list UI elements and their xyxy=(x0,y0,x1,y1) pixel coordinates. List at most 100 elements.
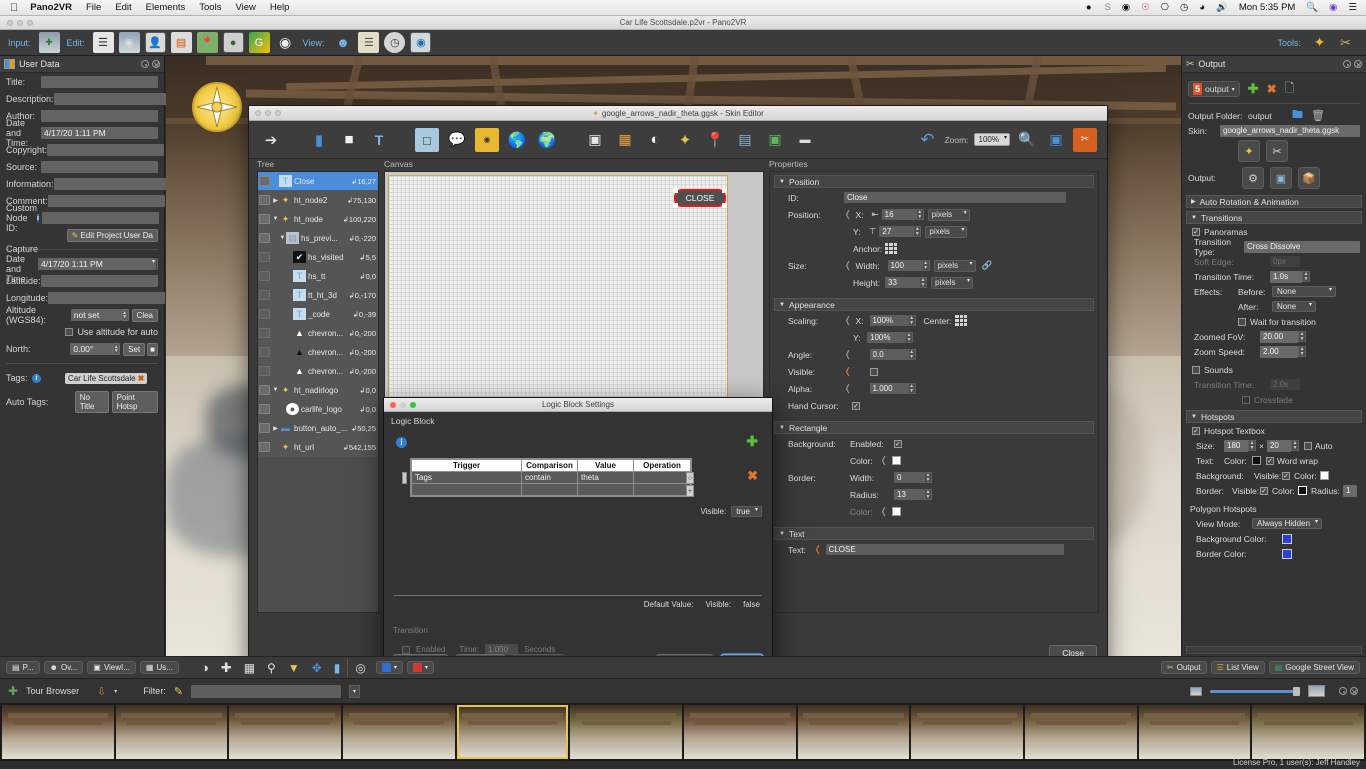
bottom-tab-viewer[interactable]: ▣ ViewI... xyxy=(87,661,136,674)
logic-minimize-button[interactable] xyxy=(400,402,406,408)
tree-item-hs-visited[interactable]: ✔ hs_visited ↲5,5 xyxy=(258,248,378,267)
clipboard-icon[interactable]: ☰ xyxy=(358,32,380,53)
tree-item-carlife-logo[interactable]: ● carlife_logo ↲0,0 xyxy=(258,400,378,419)
search-icon[interactable]: 🔍 xyxy=(1306,2,1318,13)
tree-expand-arrow[interactable]: ▶ xyxy=(272,425,279,432)
hotspot-auto-checkbox[interactable] xyxy=(1303,441,1312,450)
section-appearance-header[interactable]: ▼ Appearance xyxy=(774,298,1094,311)
rect-icon[interactable]: ▮ xyxy=(334,661,341,675)
size-logic-branch-icon[interactable]: ❬ xyxy=(844,260,852,271)
map-element-icon[interactable]: 🌍 xyxy=(535,128,559,152)
hotspot-diamond-icon[interactable]: ✦ xyxy=(673,128,697,152)
cell-operation[interactable] xyxy=(633,471,691,484)
alpha-logic-branch-icon[interactable]: ❬ xyxy=(844,383,852,394)
logic-table-row-empty[interactable] xyxy=(411,483,691,496)
cell-trigger-empty[interactable] xyxy=(411,483,522,496)
tree-item-ht-node2[interactable]: ▶ ✦ ht_node2 ↲75,130 xyxy=(258,191,378,210)
panel-close-button[interactable] xyxy=(152,60,160,68)
pencil-icon[interactable]: ✎ xyxy=(174,685,183,698)
bottom-tab-properties[interactable]: ▤ P... xyxy=(6,661,40,674)
binoculars-icon[interactable]: ☻ xyxy=(332,32,353,53)
duplicate-output-button[interactable]: 🗋 xyxy=(1285,79,1295,100)
scrollarea-icon[interactable]: ▣ xyxy=(583,128,607,152)
tree-item-hs-previ-[interactable]: ▼ ▤ hs_previ... ↲0,-220 xyxy=(258,229,378,248)
tree-item-hs-tt[interactable]: Ths_tt ↲0,0 xyxy=(258,267,378,286)
visible-logic-branch-icon[interactable]: ❬ xyxy=(844,366,852,377)
tag-chip[interactable]: Car Life Scottsdale ✖ xyxy=(65,372,148,384)
field-title-input[interactable] xyxy=(41,76,158,88)
rectangle-icon[interactable]: ■ xyxy=(337,128,361,152)
sync-icon[interactable]: S xyxy=(1103,2,1110,13)
tree-item-chevron-[interactable]: ▲ chevron... ↲0,-200 xyxy=(258,343,378,362)
grid-icon[interactable]: ▦ xyxy=(613,128,637,152)
prop-background-color-swatch[interactable] xyxy=(891,456,901,465)
tag-remove-icon[interactable]: ✖ xyxy=(138,374,145,383)
thumbnail-item[interactable] xyxy=(456,705,569,759)
prop-width-unit[interactable]: pixels xyxy=(933,259,976,272)
video-icon[interactable]: ▣ xyxy=(763,128,787,152)
grid-icon[interactable]: ▦ xyxy=(244,661,255,675)
field-custom-node-id-input[interactable] xyxy=(41,212,159,224)
canvas-close-element[interactable]: CLOSE xyxy=(673,188,727,208)
logic-maximize-button[interactable] xyxy=(410,402,416,408)
prop-visible-checkbox[interactable] xyxy=(869,367,878,376)
prop-scaling-x-input[interactable] xyxy=(869,315,908,326)
field-author-input[interactable] xyxy=(41,110,158,122)
field-latitude-input[interactable] xyxy=(41,275,158,287)
bottom-tab-google-street-view[interactable]: ▤ Google Street View xyxy=(1268,661,1360,674)
prop-y-unit[interactable]: pixels xyxy=(925,225,968,238)
menu-tools[interactable]: Tools xyxy=(199,2,221,13)
output-panel-close-button[interactable] xyxy=(1354,60,1362,68)
add-panorama-icon[interactable]: ✚ xyxy=(38,32,60,53)
field-longitude-input[interactable] xyxy=(48,292,166,304)
auto-tag-no-title[interactable]: No Title xyxy=(74,391,109,413)
user-data-icon[interactable]: 👤 xyxy=(144,32,166,53)
thumbnail-item[interactable] xyxy=(797,705,910,759)
thumbnail-item[interactable] xyxy=(570,705,683,759)
auto-tag-point-hotspot[interactable]: Point Hotsp xyxy=(111,391,158,413)
prop-border-color-swatch[interactable] xyxy=(891,507,901,516)
tree-item-ht-node[interactable]: ▼ ✦ ht_node ↲100,220 xyxy=(258,210,378,229)
notification-center-icon[interactable]: ☰ xyxy=(1348,2,1357,13)
tree-expand-arrow[interactable]: ▼ xyxy=(272,387,279,393)
film-reel-icon[interactable]: ◉ xyxy=(275,32,296,53)
google-street-view-icon[interactable]: G xyxy=(248,32,270,53)
zoom-speed-stepper[interactable]: ▲ ▼ xyxy=(1298,346,1306,357)
cell-operation-empty[interactable] xyxy=(633,483,691,496)
clock-icon[interactable]: ◷ xyxy=(1180,2,1188,13)
tree-item-chevron-[interactable]: ▲ chevron... ↲0,-200 xyxy=(258,362,378,381)
cursor-icon[interactable]: ➔ xyxy=(259,128,283,152)
wait-for-transition-checkbox[interactable] xyxy=(1238,317,1246,326)
text-logic-branch-icon[interactable]: ❬ xyxy=(814,544,822,555)
volume-icon[interactable]: 🔊 xyxy=(1216,2,1228,13)
cell-trigger[interactable]: Tags xyxy=(411,471,522,484)
levels-icon[interactable]: ☰ xyxy=(92,32,114,53)
menu-clock[interactable]: Mon 5:35 PM xyxy=(1239,2,1296,13)
remove-output-button[interactable]: ✖ xyxy=(1267,82,1277,96)
prop-alpha-input[interactable] xyxy=(869,383,908,394)
tree-visibility-toggle[interactable] xyxy=(259,290,270,300)
field-capture-date-input[interactable] xyxy=(38,258,156,270)
svg-icon[interactable]: ◉ xyxy=(475,127,499,152)
angle-stepper[interactable]: ▲ ▼ xyxy=(907,349,916,360)
skin-editor-icon[interactable]: ✦ xyxy=(1238,140,1260,162)
logic-traffic-lights[interactable] xyxy=(390,402,416,408)
skin-editor-icon[interactable]: ✦ xyxy=(1309,32,1330,53)
scaling-x-stepper[interactable]: ▲ ▼ xyxy=(907,315,916,326)
filter-dropdown-icon[interactable]: ▾ xyxy=(349,684,361,698)
window-traffic-lights[interactable] xyxy=(7,20,33,26)
tree-expand-arrow[interactable]: ▼ xyxy=(272,216,279,222)
menu-view[interactable]: View xyxy=(235,2,255,13)
bottom-tab-overview[interactable]: ☻ Ov... xyxy=(43,661,84,674)
wifi-icon[interactable]: ◕ xyxy=(1199,2,1205,13)
image-icon[interactable]: ◻ xyxy=(415,127,439,152)
height-stepper[interactable]: ▲ ▼ xyxy=(919,277,927,288)
thumbnail-item[interactable] xyxy=(911,705,1024,759)
undo-icon[interactable]: ↶ xyxy=(915,128,939,152)
field-copyright-input[interactable] xyxy=(47,144,165,156)
prop-angle-input[interactable] xyxy=(869,349,908,360)
tree-item-chevron-[interactable]: ▲ chevron... ↲0,-200 xyxy=(258,324,378,343)
prop-scaling-y-input[interactable] xyxy=(867,332,905,343)
border-width-stepper[interactable]: ▲ ▼ xyxy=(924,472,932,483)
tree-visibility-toggle[interactable] xyxy=(259,309,270,319)
